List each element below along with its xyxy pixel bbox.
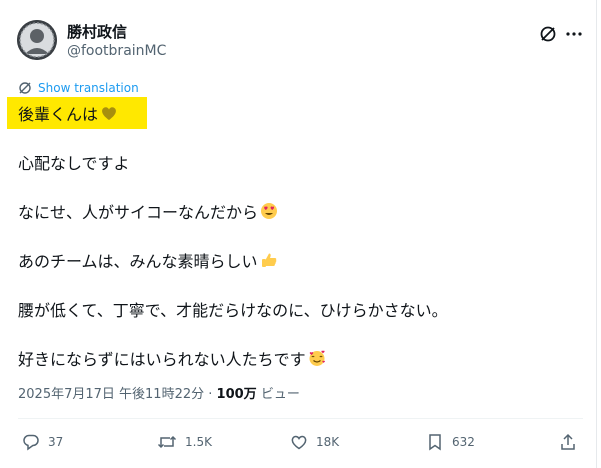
views-label: ビュー — [260, 387, 300, 402]
translate-icon — [19, 82, 31, 94]
bookmark-icon — [429, 434, 441, 451]
post-line-2: 心配なしですよ — [18, 154, 130, 173]
post-line-4: あのチームは、みんな素晴らしい — [18, 248, 278, 272]
post-meta: 2025年7月17日 午後11時22分 · 100万 ビュー — [18, 383, 300, 402]
post-line-1: 後輩くんは — [18, 101, 118, 125]
reply-button[interactable]: 37 — [22, 432, 63, 452]
divider — [18, 418, 583, 419]
bookmark-button[interactable]: 632 — [426, 432, 475, 452]
show-translation-link[interactable]: Show translation — [18, 80, 139, 96]
like-button[interactable]: 18K — [290, 432, 339, 452]
show-translation-label: Show translation — [38, 81, 139, 95]
repost-button[interactable]: 1.5K — [157, 432, 212, 452]
post-card: 勝村政信 @footbrainMC Show translation 後輩くんは… — [0, 0, 597, 468]
author-name[interactable]: 勝村政信 — [67, 21, 127, 42]
avatar[interactable] — [17, 20, 57, 60]
views-count: 100万 — [216, 387, 257, 402]
repost-count: 1.5K — [185, 435, 212, 449]
heart-icon — [291, 435, 307, 450]
post-line-6: 好きにならずにはいられない人たちです — [18, 346, 326, 370]
thumbs-up-icon — [261, 253, 276, 267]
more-icon[interactable] — [565, 25, 583, 43]
repost-icon — [157, 435, 177, 449]
reply-count: 37 — [48, 435, 64, 449]
heart-eyes-emoji-icon — [261, 203, 278, 219]
post-line-5: 腰が低くて、丁寧で、才能だらけなのに、ひけらかさない。 — [18, 301, 448, 320]
author-handle[interactable]: @footbrainMC — [67, 43, 166, 59]
reply-icon — [23, 434, 39, 451]
share-icon — [561, 433, 575, 450]
meta-separator: · — [208, 387, 213, 402]
grok-icon[interactable] — [539, 25, 557, 43]
avatar-photo — [17, 20, 57, 60]
share-button[interactable] — [559, 432, 577, 452]
bookmark-count: 632 — [452, 435, 475, 449]
like-count: 18K — [316, 435, 340, 449]
post-timestamp[interactable]: 2025年7月17日 午後11時22分 — [18, 387, 204, 402]
smiling-face-with-hearts-icon — [309, 350, 325, 366]
post-line-3: なにせ、人がサイコーなんだから — [18, 199, 278, 223]
yellow-heart-icon — [102, 107, 116, 120]
